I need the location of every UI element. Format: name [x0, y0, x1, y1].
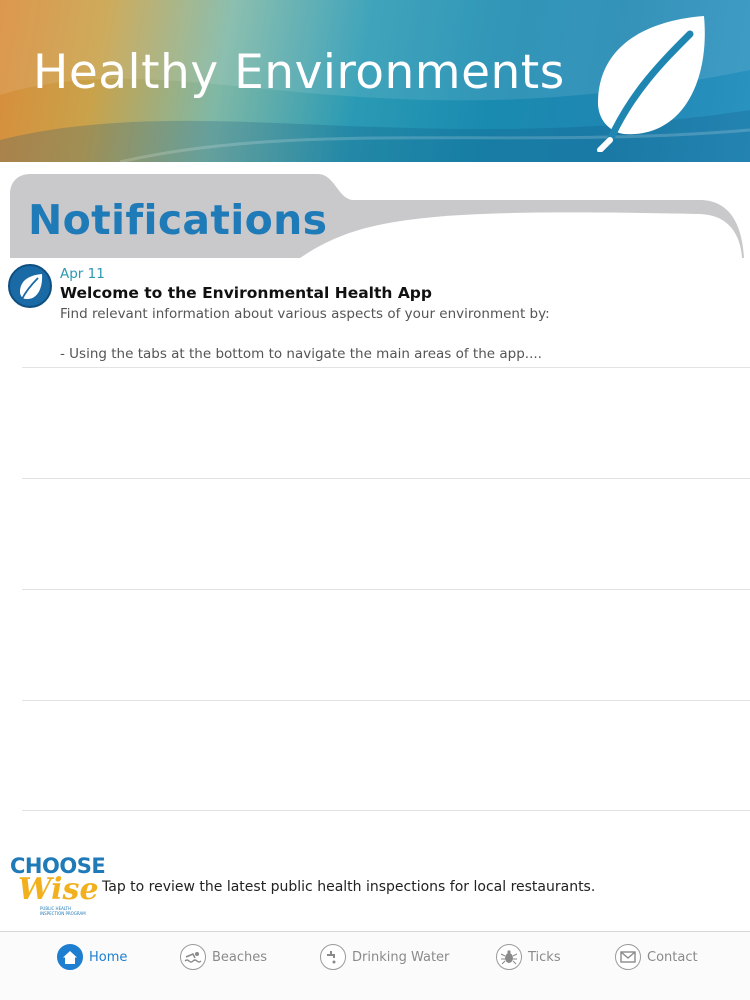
- tab-beaches[interactable]: Beaches: [180, 942, 267, 972]
- choose-wise-logo-sub: PUBLIC HEALTH INSPECTION PROGRAM: [40, 906, 86, 916]
- notification-date: Apr 11: [60, 266, 105, 282]
- tab-beaches-label: Beaches: [212, 949, 268, 965]
- tab-home-label: Home: [89, 949, 128, 965]
- list-divider: [22, 478, 750, 479]
- tick-icon: [496, 944, 522, 970]
- notification-body: Find relevant information about various …: [60, 306, 550, 362]
- banner-text: Tap to review the latest public health i…: [102, 879, 596, 895]
- list-divider: [22, 700, 750, 701]
- envelope-icon: [615, 944, 641, 970]
- home-icon: [57, 944, 83, 970]
- list-divider: [22, 810, 750, 811]
- tab-drinking-water[interactable]: Drinking Water: [320, 942, 449, 972]
- tab-home[interactable]: Home: [57, 942, 127, 972]
- tab-contact[interactable]: Contact: [615, 942, 698, 972]
- leaf-icon: [20, 274, 43, 300]
- leaf-icon: [597, 16, 705, 152]
- section-title: Notifications: [28, 196, 328, 244]
- tab-ticks[interactable]: Ticks: [496, 942, 561, 972]
- list-divider: [22, 589, 750, 590]
- tab-ticks-label: Ticks: [528, 949, 561, 965]
- notification-title: Welcome to the Environmental Health App: [60, 284, 432, 302]
- choose-wise-logo-line2: Wise: [18, 872, 99, 907]
- swimmer-icon: [180, 944, 206, 970]
- tab-contact-label: Contact: [647, 949, 698, 965]
- choose-wise-logo: CHOOSE Wise PUBLIC HEALTH INSPECTION PRO…: [10, 854, 106, 920]
- tab-drinking-water-label: Drinking Water: [352, 949, 450, 965]
- notification-avatar: [8, 264, 52, 308]
- faucet-icon: [320, 944, 346, 970]
- app-title: Healthy Environments: [33, 45, 565, 100]
- app-header: Healthy Environments: [0, 0, 750, 162]
- list-divider: [22, 367, 750, 368]
